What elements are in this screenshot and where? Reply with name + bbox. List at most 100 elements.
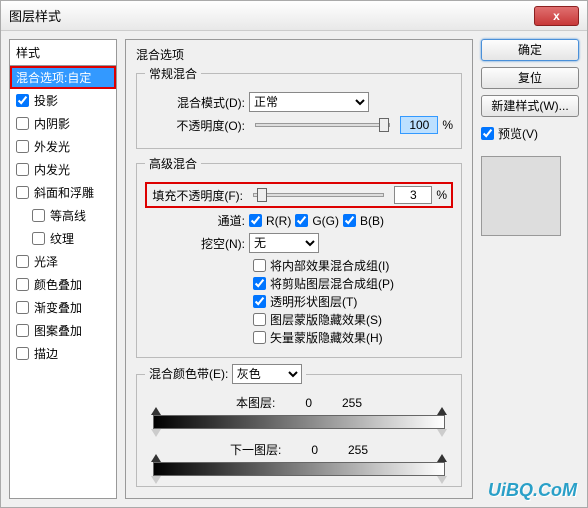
advanced-option-row: 矢量蒙版隐藏效果(H): [253, 329, 453, 346]
advanced-blending-group: 高级混合 填充不透明度(F): % 通道: R(R) G(G) B(B) 挖空(…: [136, 155, 462, 358]
options-panel: 混合选项 常规混合 混合模式(D): 正常 不透明度(O): % 高级混合 填充…: [125, 39, 473, 499]
styles-item[interactable]: 颜色叠加: [10, 273, 116, 296]
fill-opacity-input[interactable]: [394, 186, 432, 204]
titlebar: 图层样式 x: [1, 1, 587, 31]
style-label: 颜色叠加: [34, 276, 82, 293]
this-layer-min: 0: [305, 396, 312, 410]
styles-item[interactable]: 内阴影: [10, 112, 116, 135]
general-blending-group: 常规混合 混合模式(D): 正常 不透明度(O): %: [136, 65, 462, 149]
style-checkbox[interactable]: [16, 163, 29, 176]
close-button[interactable]: x: [534, 6, 579, 26]
style-label: 外发光: [34, 138, 70, 155]
style-label: 等高线: [50, 207, 86, 224]
blend-if-select[interactable]: 灰色: [232, 364, 302, 384]
blend-mode-select[interactable]: 正常: [249, 92, 369, 112]
this-layer-label: 本图层:: [236, 394, 275, 411]
advanced-option-row: 将剪贴图层混合成组(P): [253, 275, 453, 292]
opacity-slider[interactable]: [255, 123, 390, 127]
percent-label: %: [436, 188, 447, 202]
style-checkbox[interactable]: [16, 278, 29, 291]
ok-button[interactable]: 确定: [481, 39, 579, 61]
style-label: 投影: [34, 92, 58, 109]
percent-label: %: [442, 118, 453, 132]
style-label: 图案叠加: [34, 322, 82, 339]
channel-r-checkbox[interactable]: [249, 214, 262, 227]
window-title: 图层样式: [9, 6, 534, 25]
right-panel: 确定 复位 新建样式(W)... 预览(V): [481, 39, 579, 499]
style-label: 内阴影: [34, 115, 70, 132]
style-label: 描边: [34, 345, 58, 362]
advanced-option-label: 矢量蒙版隐藏效果(H): [270, 329, 383, 346]
styles-item[interactable]: 光泽: [10, 250, 116, 273]
style-checkbox[interactable]: [16, 301, 29, 314]
styles-panel: 样式 混合选项:自定 投影内阴影外发光内发光斜面和浮雕等高线纹理光泽颜色叠加渐变…: [9, 39, 117, 499]
styles-item-blending-options[interactable]: 混合选项:自定: [10, 66, 116, 89]
style-checkbox[interactable]: [16, 186, 29, 199]
channel-g-label: G(G): [312, 214, 339, 228]
advanced-option-label: 将剪贴图层混合成组(P): [270, 275, 394, 292]
next-layer-max: 255: [348, 443, 368, 457]
knockout-label: 挖空(N):: [145, 235, 245, 252]
advanced-option-row: 透明形状图层(T): [253, 293, 453, 310]
channel-g-checkbox[interactable]: [295, 214, 308, 227]
knockout-select[interactable]: 无: [249, 233, 319, 253]
style-checkbox[interactable]: [16, 140, 29, 153]
advanced-option-checkbox[interactable]: [253, 331, 266, 344]
preview-checkbox[interactable]: [481, 127, 494, 140]
advanced-option-checkbox[interactable]: [253, 277, 266, 290]
this-layer-max: 255: [342, 396, 362, 410]
styles-item[interactable]: 等高线: [10, 204, 116, 227]
channel-b-label: B(B): [360, 214, 384, 228]
next-layer-min: 0: [311, 443, 318, 457]
opacity-input[interactable]: [400, 116, 438, 134]
style-label: 内发光: [34, 161, 70, 178]
styles-header: 样式: [10, 40, 116, 66]
channel-b-checkbox[interactable]: [343, 214, 356, 227]
style-checkbox[interactable]: [16, 117, 29, 130]
styles-item[interactable]: 图案叠加: [10, 319, 116, 342]
blend-if-group: 混合颜色带(E): 灰色 本图层: 0 255 下一图层: 0 255: [136, 364, 462, 487]
styles-item[interactable]: 斜面和浮雕: [10, 181, 116, 204]
advanced-blending-legend: 高级混合: [145, 155, 201, 172]
styles-item[interactable]: 描边: [10, 342, 116, 365]
style-checkbox[interactable]: [16, 94, 29, 107]
style-label: 渐变叠加: [34, 299, 82, 316]
styles-item[interactable]: 内发光: [10, 158, 116, 181]
advanced-option-label: 将内部效果混合成组(I): [270, 257, 389, 274]
style-label: 斜面和浮雕: [34, 184, 94, 201]
style-checkbox[interactable]: [16, 324, 29, 337]
blend-mode-label: 混合模式(D):: [145, 94, 245, 111]
styles-item[interactable]: 纹理: [10, 227, 116, 250]
advanced-option-checkbox[interactable]: [253, 259, 266, 272]
blend-if-legend: 混合颜色带(E): 灰色: [145, 364, 306, 384]
next-layer-gradient[interactable]: [153, 462, 445, 476]
general-blending-legend: 常规混合: [145, 65, 201, 82]
reset-button[interactable]: 复位: [481, 67, 579, 89]
styles-item[interactable]: 渐变叠加: [10, 296, 116, 319]
preview-label: 预览(V): [498, 125, 538, 142]
watermark: UiBQ.CoM: [488, 480, 577, 501]
fill-opacity-label: 填充不透明度(F):: [151, 187, 243, 204]
channel-r-label: R(R): [266, 214, 291, 228]
advanced-option-label: 图层蒙版隐藏效果(S): [270, 311, 382, 328]
preview-thumbnail: [481, 156, 561, 236]
fill-opacity-slider[interactable]: [253, 193, 384, 197]
next-layer-label: 下一图层:: [230, 441, 281, 458]
style-checkbox[interactable]: [32, 232, 45, 245]
channels-label: 通道:: [145, 212, 245, 229]
advanced-option-checkbox[interactable]: [253, 313, 266, 326]
layer-style-dialog: 图层样式 x 样式 混合选项:自定 投影内阴影外发光内发光斜面和浮雕等高线纹理光…: [0, 0, 588, 508]
opacity-label: 不透明度(O):: [145, 117, 245, 134]
options-title: 混合选项: [136, 46, 462, 63]
advanced-option-checkbox[interactable]: [253, 295, 266, 308]
style-checkbox[interactable]: [16, 255, 29, 268]
styles-item[interactable]: 外发光: [10, 135, 116, 158]
this-layer-gradient[interactable]: [153, 415, 445, 429]
new-style-button[interactable]: 新建样式(W)...: [481, 95, 579, 117]
advanced-option-row: 将内部效果混合成组(I): [253, 257, 453, 274]
style-checkbox[interactable]: [16, 347, 29, 360]
style-checkbox[interactable]: [32, 209, 45, 222]
styles-list: 混合选项:自定 投影内阴影外发光内发光斜面和浮雕等高线纹理光泽颜色叠加渐变叠加图…: [10, 66, 116, 365]
advanced-option-row: 图层蒙版隐藏效果(S): [253, 311, 453, 328]
styles-item[interactable]: 投影: [10, 89, 116, 112]
